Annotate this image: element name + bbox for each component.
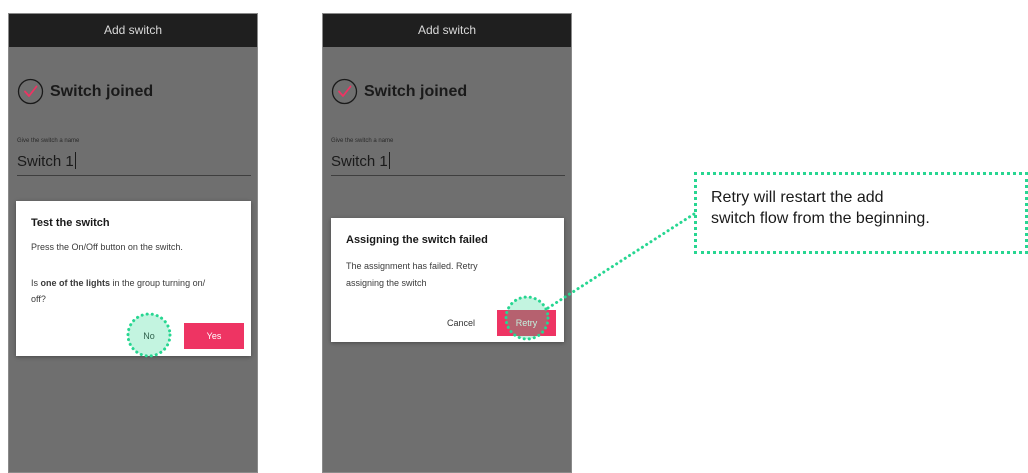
- app-bar-title: Add switch: [9, 14, 257, 47]
- check-circle-icon: [331, 78, 358, 105]
- dialog-question-emphasis: one of the lights: [40, 278, 111, 288]
- dialog-title: Test the switch: [31, 217, 110, 229]
- switch-joined-title: Switch joined: [50, 82, 154, 100]
- retry-button[interactable]: Retry: [497, 310, 556, 336]
- dialog-question: Is one of the lights in the group turnin…: [31, 278, 206, 304]
- switch-joined-title: Switch joined: [364, 82, 468, 100]
- switch-name-input[interactable]: Switch 1: [17, 152, 251, 176]
- cancel-button[interactable]: Cancel: [437, 310, 485, 336]
- phone-screen-assign-failed: Add switch Switch joined Give the switch…: [322, 13, 572, 473]
- switch-joined-row: Switch joined: [331, 78, 467, 105]
- text-caret: [74, 152, 76, 169]
- annotation-callout: Retry will restart the add switch flow f…: [694, 172, 1028, 254]
- dialog-message-line2: assigning the switch: [346, 278, 427, 288]
- name-field-label: Give the switch a name: [331, 138, 394, 144]
- phone-screen-test-switch: Add switch Switch joined Give the switch…: [8, 13, 258, 473]
- dialog-title: Assigning the switch failed: [346, 234, 488, 246]
- yes-button[interactable]: Yes: [184, 323, 244, 349]
- switch-joined-row: Switch joined: [17, 78, 153, 105]
- dialog-instruction: Press the On/Off button on the switch.: [31, 242, 183, 252]
- no-button[interactable]: No: [134, 323, 164, 349]
- check-circle-icon: [17, 78, 44, 105]
- dialog-message-line1: The assignment has failed. Retry: [346, 261, 478, 271]
- switch-name-input[interactable]: Switch 1: [331, 152, 565, 176]
- name-field-label: Give the switch a name: [17, 138, 80, 144]
- assign-failed-dialog: Assigning the switch failed The assignme…: [331, 218, 564, 342]
- callout-line1: Retry will restart the add: [711, 189, 884, 206]
- test-switch-dialog: Test the switch Press the On/Off button …: [16, 201, 251, 356]
- callout-line2: switch flow from the beginning.: [711, 210, 930, 227]
- text-caret: [388, 152, 390, 169]
- app-bar-title: Add switch: [323, 14, 571, 47]
- switch-name-value: Switch 1: [17, 153, 74, 170]
- switch-name-value: Switch 1: [331, 153, 388, 170]
